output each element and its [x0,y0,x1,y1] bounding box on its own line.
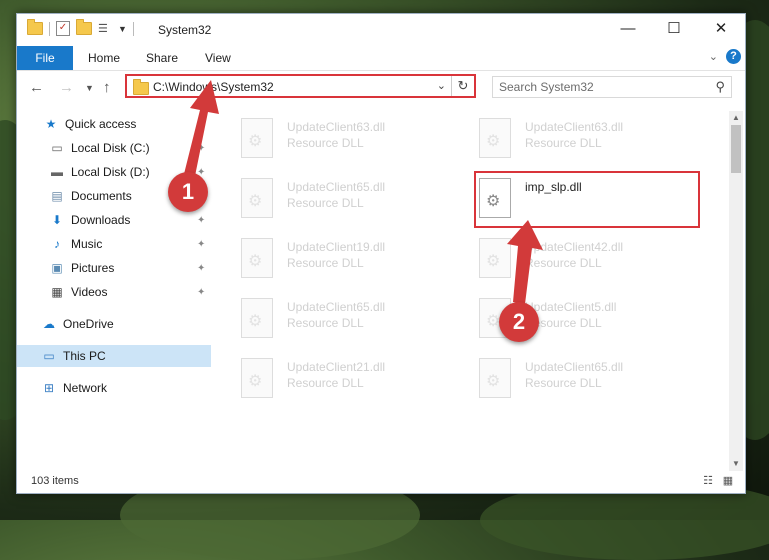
arrow-1-icon [183,80,219,178]
arrow-2-icon [507,220,543,304]
callout-arrows [183,80,543,304]
callout-badge-2: 2 [499,302,539,342]
callout-badge-1: 1 [168,172,208,212]
